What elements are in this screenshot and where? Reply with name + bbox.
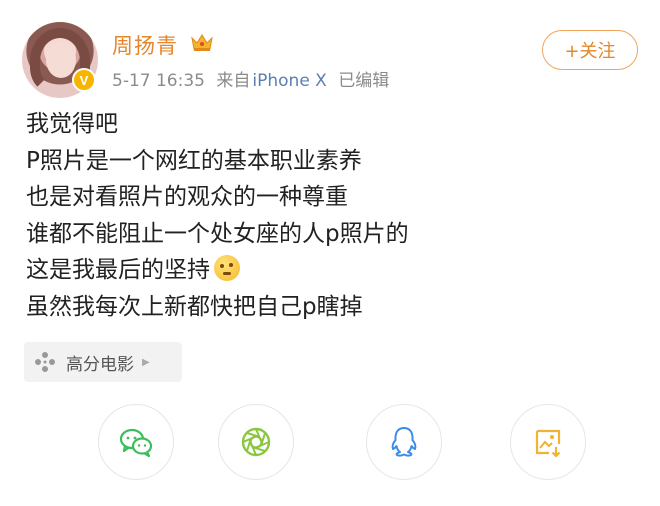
post-line: P照片是一个网红的基本职业素养 [26, 147, 362, 174]
verified-badge-icon: V [72, 68, 96, 92]
post-line: 我觉得吧 [26, 111, 118, 137]
save-image-button[interactable] [510, 404, 586, 480]
post-line: 也是对看照片的观众的一种尊重 [26, 184, 348, 210]
tag-label: 高分电影 [66, 354, 134, 375]
moments-icon [241, 427, 271, 457]
source-prefix: 来自 [216, 71, 251, 91]
save-image-icon [535, 429, 561, 458]
post-line: 谁都不能阻止一个处女座的人p照片的 [26, 220, 409, 247]
source-device[interactable]: iPhone X [252, 71, 326, 91]
chevron-right-icon: ▶ [142, 356, 150, 368]
crown-icon [191, 34, 213, 51]
post-timestamp: 5-17 16:35 [112, 71, 205, 91]
username[interactable]: 周扬青 [112, 30, 178, 60]
post-line: 这是我最后的坚持 [26, 257, 210, 283]
post-line: 虽然我每次上新都快把自己p瞎掉 [26, 293, 363, 320]
topic-tag-movies[interactable]: 高分电影 ▶ [24, 342, 182, 382]
film-reel-icon [35, 352, 55, 372]
wechat-icon [119, 428, 153, 458]
qq-icon [391, 427, 417, 457]
follow-button[interactable]: +关注 [542, 30, 638, 70]
edited-label[interactable]: 已编辑 [338, 71, 389, 91]
share-qq-button[interactable] [366, 404, 442, 480]
thinking-emoji-icon [214, 255, 240, 281]
weibo-post: V 周扬青 5-17 16:35 来自 iPhone X 已编辑 +关注 我觉得吧… [0, 0, 660, 506]
share-wechat-button[interactable] [98, 404, 174, 480]
share-moments-button[interactable] [218, 404, 294, 480]
post-line-with-emoji: 这是我最后的坚持 [26, 252, 626, 289]
post-text: 我觉得吧 P照片是一个网红的基本职业素养 也是对看照片的观众的一种尊重 谁都不能… [26, 106, 626, 325]
follow-label: +关注 [564, 41, 616, 62]
post-meta: 5-17 16:35 来自 iPhone X 已编辑 [112, 66, 395, 91]
